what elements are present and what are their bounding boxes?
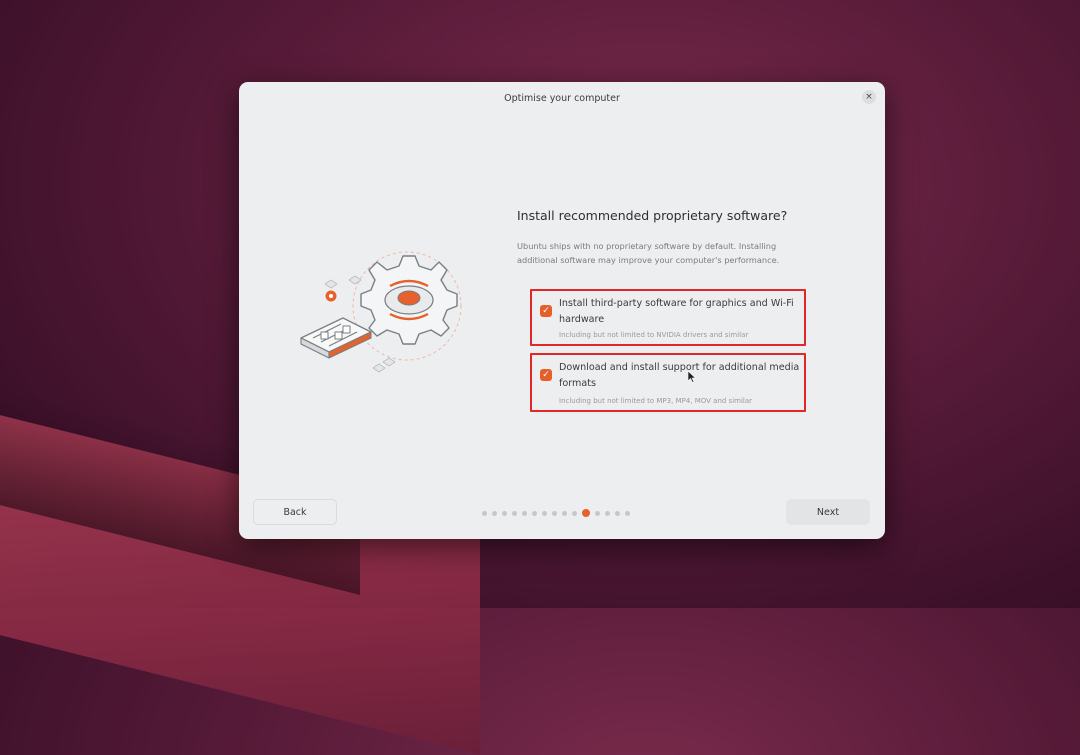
step-dot [572, 510, 577, 516]
gear-settings-illustration [300, 251, 462, 373]
step-dot [532, 510, 537, 516]
step-dot [542, 510, 547, 516]
step-dot [625, 510, 630, 516]
step-dot [492, 510, 497, 516]
option-third-party-software[interactable]: ✓ Install third-party software for graph… [530, 289, 806, 346]
option-label: Download and install support for additio… [559, 362, 800, 389]
close-button[interactable]: × [862, 90, 876, 104]
page-heading: Install recommended proprietary software… [517, 208, 788, 223]
third-party-checkbox[interactable]: ✓ [540, 305, 552, 317]
step-dot [512, 510, 517, 516]
mouse-pointer-icon [688, 371, 696, 383]
step-dot [522, 510, 527, 516]
step-dot [562, 510, 567, 516]
close-icon: × [865, 91, 873, 102]
step-dot [552, 510, 557, 516]
installer-dialog: Optimise your computer × Install recomme… [239, 82, 885, 539]
option-sublabel: Including but not limited to NVIDIA driv… [559, 331, 749, 339]
option-sublabel: Including but not limited to MP3, MP4, M… [559, 397, 753, 405]
check-icon: ✓ [542, 369, 550, 380]
check-icon: ✓ [542, 305, 550, 316]
step-dot [502, 510, 507, 516]
media-formats-checkbox[interactable]: ✓ [540, 369, 552, 381]
page-description: Ubuntu ships with no proprietary softwar… [517, 241, 780, 265]
step-dot-active [582, 509, 590, 517]
option-label: Install third-party software for graphic… [559, 298, 794, 325]
main-content: Install recommended proprietary software… [517, 208, 817, 267]
back-button[interactable]: Back [253, 499, 337, 525]
window-title: Optimise your computer [504, 92, 620, 104]
step-dot [605, 510, 610, 516]
step-indicator [482, 508, 630, 518]
title-bar: Optimise your computer × [239, 82, 885, 112]
step-dot [482, 510, 487, 516]
step-dot [595, 510, 600, 516]
step-dot [615, 510, 620, 516]
next-button[interactable]: Next [786, 499, 870, 525]
option-media-formats[interactable]: ✓ Download and install support for addit… [530, 353, 806, 412]
